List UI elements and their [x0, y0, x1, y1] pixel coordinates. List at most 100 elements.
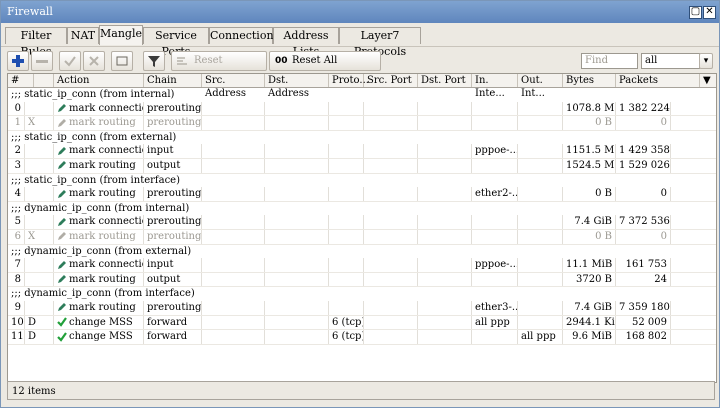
add-button[interactable]: [7, 51, 29, 71]
col-dst-port[interactable]: Dst. Port: [418, 74, 472, 87]
disable-button[interactable]: [83, 51, 105, 71]
table-row[interactable]: 4 mark routing prerouting ether2-... 0 B0: [8, 187, 716, 202]
find-input[interactable]: Find: [581, 53, 638, 69]
cell-packets: 7 372 536: [616, 215, 671, 229]
cell-num: 5: [8, 215, 25, 229]
pencil-icon: [58, 232, 66, 241]
cell-out: [518, 229, 563, 244]
filter-icon: [148, 56, 160, 67]
enable-button[interactable]: [59, 51, 81, 71]
cell-sport: [364, 215, 418, 229]
cell-sport: [364, 258, 418, 272]
comment-button[interactable]: [111, 51, 133, 71]
col-in-interface[interactable]: In. Inte...: [472, 74, 518, 99]
table-row[interactable]: 11 Dchange MSS forward 6 (tcp) all ppp 9.6 Mi…: [8, 330, 716, 345]
action-label: mark routing: [69, 159, 136, 171]
cell-sport: [364, 315, 418, 330]
filter-select[interactable]: all: [641, 53, 700, 69]
cell-chain: prerouting: [144, 215, 202, 229]
cell-proto: [329, 158, 364, 173]
table-row[interactable]: 1 Xmark routing prerouting 0 B0: [8, 116, 716, 131]
col-out-interface[interactable]: Out. Int...: [518, 74, 563, 99]
col-action[interactable]: Action: [54, 74, 144, 87]
table-row[interactable]: 7 mark connectioninput pppoe-... 11.1 MiB16…: [8, 258, 716, 273]
table-row[interactable]: 2 mark connectioninput pppoe-... 1151.5 M..…: [8, 144, 716, 159]
action-label: mark connection: [69, 102, 143, 114]
cell-dst: [265, 272, 329, 287]
maximize-button[interactable]: ▢: [689, 6, 702, 19]
remove-button[interactable]: [31, 51, 53, 71]
cell-out: [518, 158, 563, 173]
reset-counters-button[interactable]: Reset Counters: [171, 51, 267, 84]
rule-comment: ;;; static_ip_conn (from interface): [8, 174, 716, 188]
cell-num: 6: [8, 229, 25, 244]
tab-connections[interactable]: Connections: [209, 27, 279, 44]
cell-num: 3: [8, 158, 25, 173]
tab-service-ports[interactable]: Service Ports: [143, 27, 209, 58]
cell-action: mark routing: [54, 229, 144, 244]
cell-dport: [418, 258, 472, 272]
cell-bytes: 0 B: [563, 116, 616, 130]
cell-chain: input: [144, 258, 202, 272]
col-chain[interactable]: Chain: [144, 74, 202, 87]
cell-out: [518, 315, 563, 330]
cell-flag: X: [25, 116, 54, 130]
cell-dport: [418, 229, 472, 244]
rule-comment: ;;; static_ip_conn (from internal): [8, 88, 716, 102]
table-row[interactable]: 0 mark connectionprerouting 1078.8 M...1 3…: [8, 101, 716, 117]
filter-button[interactable]: [143, 51, 165, 71]
pencil-icon: [58, 260, 66, 269]
cell-action: change MSS: [54, 330, 144, 344]
col-src-address[interactable]: Src. Address: [202, 74, 265, 99]
col-flag[interactable]: [34, 74, 54, 87]
filter-dropdown-button[interactable]: ▾: [699, 53, 713, 69]
col-protocol[interactable]: Proto...: [329, 74, 369, 87]
col-dst-address[interactable]: Dst. Address: [265, 74, 329, 99]
cell-packets: 52 009: [616, 315, 671, 330]
tab-address-lists[interactable]: Address Lists: [273, 27, 339, 58]
cell-dport: [418, 300, 472, 315]
col-bytes[interactable]: Bytes: [563, 74, 616, 87]
title-bar[interactable]: Firewall ▢ ✕: [1, 1, 719, 23]
cell-flag: [25, 158, 54, 173]
tab-layer7-protocols[interactable]: Layer7 Protocols: [339, 27, 421, 58]
table-header: # Action Chain Src. Address Dst. Address…: [8, 74, 716, 99]
rule-comment-text: ;;; static_ip_conn (from internal): [11, 89, 175, 100]
tab-nat[interactable]: NAT: [67, 27, 99, 44]
tab-mangle[interactable]: Mangle: [99, 25, 143, 45]
cell-src: [202, 300, 265, 315]
col-packets[interactable]: Packets: [616, 74, 700, 87]
close-button[interactable]: ✕: [703, 6, 716, 19]
cell-src: [202, 187, 265, 201]
cell-packets: 1 529 026: [616, 158, 671, 173]
cell-sport: [364, 272, 418, 287]
table-row[interactable]: 3 mark routing output 1524.5 M...1 529 026: [8, 158, 716, 174]
cell-action: change MSS: [54, 315, 144, 330]
tab-filter-rules[interactable]: Filter Rules: [5, 27, 67, 58]
table-row[interactable]: 10 Dchange MSS forward 6 (tcp) all ppp 2944.1…: [8, 315, 716, 331]
cell-dst: [265, 215, 329, 229]
cell-in: ether3-...: [472, 300, 518, 315]
pencil-icon: [58, 303, 66, 312]
col-src-port[interactable]: Src. Port: [364, 74, 418, 87]
table-row[interactable]: 8 mark routing output 3720 B 24: [8, 272, 716, 288]
cell-dport: [418, 187, 472, 201]
table-row[interactable]: 6 Xmark routing prerouting 0 B0: [8, 229, 716, 245]
cell-chain: prerouting: [144, 229, 202, 244]
columns-menu-icon[interactable]: ▼: [700, 74, 716, 87]
table-row[interactable]: 9 mark routing prerouting ether3-... 7.4 GiB…: [8, 300, 716, 316]
cell-packets: 24: [616, 272, 671, 287]
table-row[interactable]: 5 mark connectionprerouting 7.4 GiB7 372 5…: [8, 215, 716, 230]
cell-packets: 7 359 180: [616, 300, 671, 315]
cell-action: mark routing: [54, 187, 144, 201]
cell-num: 2: [8, 144, 25, 158]
action-label: mark routing: [69, 188, 136, 200]
cell-src: [202, 101, 265, 116]
cell-in: [472, 116, 518, 130]
col-num[interactable]: #: [8, 74, 34, 87]
x-icon: [89, 56, 99, 66]
cell-packets: 0: [616, 229, 671, 244]
rule-comment-text: ;;; dynamic_ip_conn (from internal): [11, 202, 190, 214]
reset-all-counters-button[interactable]: 00 Reset All Counters: [269, 51, 381, 84]
cell-out: [518, 258, 563, 272]
